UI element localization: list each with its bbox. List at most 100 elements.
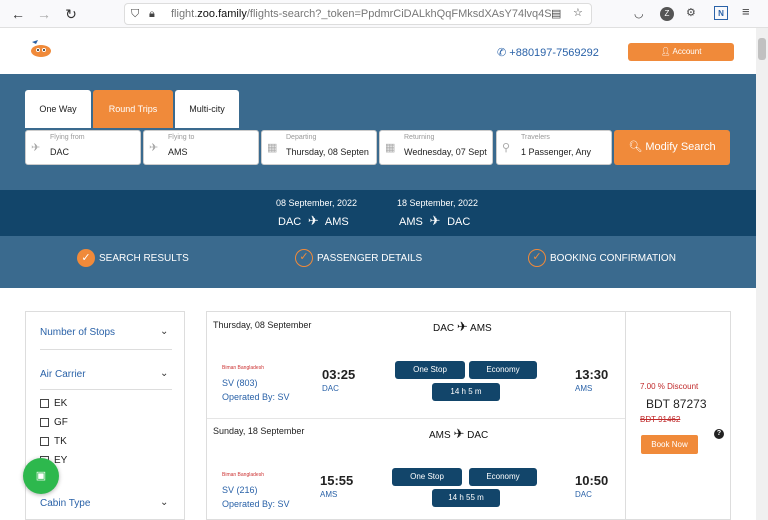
- operated-by: Operated By: SV: [222, 392, 290, 402]
- checkbox[interactable]: [40, 417, 49, 427]
- modify-search-button[interactable]: 🔍︎ Modify Search: [614, 130, 730, 165]
- scrollbar[interactable]: [756, 28, 768, 520]
- airline-logo: Biman Bangladesh: [222, 365, 264, 371]
- departing-field[interactable]: ▦ Departing Thursday, 08 Septen: [261, 130, 377, 165]
- returning-field[interactable]: ▦ Returning Wednesday, 07 Sept: [379, 130, 493, 165]
- url-domain: zoo.family: [197, 8, 247, 20]
- returning-value: Wednesday, 07 Sept: [404, 147, 487, 157]
- step-booking-confirmation: ✓ BOOKING CONFIRMATION: [528, 249, 676, 269]
- phone-icon: ✆: [497, 47, 510, 59]
- modify-search-label: Modify Search: [645, 141, 716, 153]
- leg-from: AMS: [429, 430, 451, 441]
- travelers-field[interactable]: ⚲ Travelers 1 Passenger, Any: [496, 130, 612, 165]
- carrier-label: GF: [54, 417, 68, 428]
- help-icon[interactable]: ?: [714, 429, 724, 439]
- checkbox[interactable]: [40, 398, 49, 408]
- carrier-option-ek[interactable]: EK: [40, 398, 67, 409]
- filter-carrier-heading[interactable]: Air Carrier: [40, 369, 86, 380]
- departure-time: 15:55: [320, 473, 354, 488]
- flying-to-field[interactable]: ✈ Flying to AMS: [143, 130, 259, 165]
- url-text[interactable]: flight.zoo.family/flights-search?_token=…: [171, 8, 551, 20]
- departure-time: 03:25: [322, 367, 356, 382]
- forward-icon[interactable]: →: [34, 4, 54, 24]
- arrival-airport: DAC: [575, 490, 592, 499]
- shield-icon[interactable]: ⛉: [131, 7, 139, 21]
- arrival-time: 10:50: [575, 473, 609, 488]
- carrier-label: EY: [54, 455, 68, 466]
- phone-number: +880197-7569292: [509, 47, 599, 59]
- discount-text: 7.00 % Discount: [640, 382, 699, 391]
- leg-date: Thursday, 08 September: [213, 320, 312, 330]
- reload-icon[interactable]: ↻: [61, 4, 81, 24]
- extension-n-icon[interactable]: N: [714, 6, 728, 20]
- carrier-label: EK: [54, 398, 68, 409]
- outbound-to: AMS: [324, 216, 349, 228]
- flying-from-field[interactable]: ✈ Flying from DAC: [25, 130, 141, 165]
- flying-from-value: DAC: [50, 147, 70, 157]
- carrier-option-gf[interactable]: GF: [40, 417, 68, 428]
- address-bar[interactable]: ⛉ 🔒︎ flight.zoo.family/flights-search?_t…: [124, 3, 592, 25]
- filter-stops-heading[interactable]: Number of Stops: [40, 327, 115, 338]
- chat-icon[interactable]: ▣: [23, 458, 59, 494]
- arrival-airport: AMS: [575, 384, 593, 393]
- person-icon: ⚲: [502, 142, 511, 154]
- profile-avatar[interactable]: Z: [660, 7, 674, 21]
- flight-number: SV (216): [222, 485, 258, 495]
- outbound-from: DAC: [278, 216, 302, 228]
- carrier-label: TK: [54, 436, 67, 447]
- divider: [40, 389, 172, 390]
- plane-icon: ✈: [425, 213, 445, 228]
- airline-logo: Biman Bangladesh: [222, 472, 264, 478]
- extension-icon[interactable]: ⚙: [686, 6, 696, 20]
- phone-link[interactable]: ✆ +880197-7569292: [497, 46, 599, 59]
- account-button[interactable]: 👤︎ Account: [628, 43, 734, 61]
- return-to: DAC: [447, 216, 471, 228]
- chevron-down-icon[interactable]: ⌄: [160, 326, 168, 337]
- tab-multi-city[interactable]: Multi-city: [175, 90, 239, 128]
- filter-cabin-heading[interactable]: Cabin Type: [40, 498, 90, 509]
- step-label: BOOKING CONFIRMATION: [550, 253, 676, 264]
- duration-badge: 14 h 5 m: [432, 383, 500, 401]
- reader-view-icon[interactable]: ▤: [551, 7, 561, 21]
- flight-result-card: Thursday, 08 September DAC ✈ AMS Biman B…: [206, 311, 731, 520]
- url-prefix: flight.: [171, 8, 198, 20]
- user-icon: 👤︎: [660, 47, 673, 56]
- booking-steps: ✓ SEARCH RESULTS ✓ PASSENGER DETAILS ✓ BOOK…: [0, 236, 756, 288]
- pocket-icon[interactable]: ◡: [634, 7, 644, 21]
- returning-label: Returning: [404, 134, 435, 141]
- checkbox[interactable]: [40, 436, 49, 446]
- divider: [40, 349, 172, 350]
- book-now-button[interactable]: Book Now: [641, 435, 698, 454]
- carrier-option-tk[interactable]: TK: [40, 436, 67, 447]
- flying-to-label: Flying to: [168, 134, 195, 141]
- lock-icon[interactable]: 🔒︎: [149, 7, 155, 21]
- cabin-badge: Economy: [469, 361, 537, 379]
- check-icon: ✓: [528, 249, 546, 268]
- check-icon: ✓: [295, 249, 313, 268]
- travelers-value: 1 Passenger, Any: [521, 147, 592, 157]
- return-from: AMS: [399, 216, 423, 228]
- landing-icon: ✈: [149, 142, 159, 154]
- chevron-down-icon[interactable]: ⌄: [160, 368, 168, 379]
- account-label: Account: [672, 47, 702, 56]
- stops-badge: One Stop: [392, 468, 462, 486]
- flying-from-label: Flying from: [50, 134, 85, 141]
- return-route: AMS ✈ DAC: [399, 213, 470, 229]
- cabin-badge: Economy: [469, 468, 537, 486]
- leg-route: AMS ✈ DAC: [429, 426, 488, 442]
- check-icon: ✓: [77, 249, 95, 268]
- leg-to: DAC: [467, 430, 489, 441]
- tab-round-trips[interactable]: Round Trips: [93, 90, 173, 128]
- scrollbar-thumb[interactable]: [758, 38, 766, 60]
- back-icon[interactable]: ←: [8, 4, 28, 24]
- menu-icon[interactable]: ≡: [742, 5, 750, 19]
- site-logo[interactable]: [28, 36, 54, 60]
- departure-airport: DAC: [322, 384, 339, 393]
- tab-one-way[interactable]: One Way: [25, 90, 91, 128]
- arrival-time: 13:30: [575, 367, 609, 382]
- duration-badge: 14 h 55 m: [432, 489, 500, 507]
- flight-number: SV (803): [222, 378, 258, 388]
- bookmark-star-icon[interactable]: ☆: [573, 6, 583, 20]
- leg-from: DAC: [433, 323, 455, 334]
- chevron-down-icon[interactable]: ⌄: [160, 497, 168, 508]
